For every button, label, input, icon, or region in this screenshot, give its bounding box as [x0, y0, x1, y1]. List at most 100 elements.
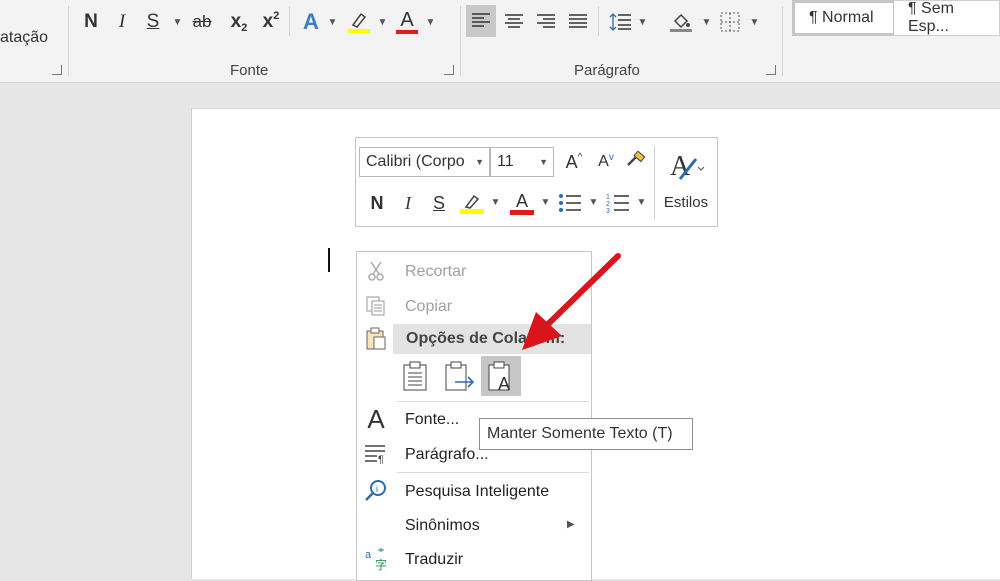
- subscript-button[interactable]: x2: [226, 8, 252, 36]
- prev-group-label: atação: [0, 29, 49, 46]
- svg-text:a: a: [365, 549, 372, 561]
- subscript-x: x: [230, 11, 242, 32]
- align-center-icon: [505, 14, 523, 28]
- font-name-combo[interactable]: Calibri (Corpo ▼: [359, 147, 490, 177]
- italic-button[interactable]: I: [112, 8, 132, 36]
- style-normal[interactable]: ¶ Normal: [792, 0, 896, 36]
- format-painter-icon: [627, 151, 646, 166]
- chevron-down-icon: ▼: [377, 16, 388, 28]
- highlighter-icon: [464, 194, 480, 209]
- highlight-dropdown[interactable]: ▼: [374, 8, 388, 36]
- divider: [460, 6, 461, 76]
- borders-icon: [720, 12, 740, 32]
- chevron-down-icon[interactable]: ▼: [539, 157, 548, 167]
- numbering-button[interactable]: 123: [604, 190, 632, 216]
- mini-underline-button[interactable]: S: [428, 190, 450, 216]
- menu-item-synonyms[interactable]: Sinônimos ▶: [357, 508, 591, 542]
- divider: [289, 6, 290, 36]
- superscript-x: x: [262, 11, 274, 32]
- svg-text:¶: ¶: [378, 454, 384, 464]
- mini-font-color-dropdown[interactable]: ▼: [538, 194, 551, 210]
- paste-merge-icon: [445, 361, 475, 391]
- highlighter-icon: [351, 12, 367, 28]
- menu-separator: [397, 472, 589, 473]
- superscript-button[interactable]: x2: [258, 8, 284, 36]
- font-size-combo[interactable]: 11 ▼: [490, 147, 554, 177]
- borders-dropdown[interactable]: ▼: [746, 8, 760, 36]
- paste-text-only-icon: A: [488, 361, 510, 392]
- tooltip: Manter Somente Texto (T): [479, 418, 693, 450]
- font-name-value: Calibri (Corpo: [366, 153, 465, 170]
- red-arrow-annotation: [522, 253, 621, 350]
- chevron-down-icon[interactable]: ▼: [475, 157, 484, 167]
- justify-icon: [569, 14, 587, 28]
- borders-button[interactable]: [716, 8, 744, 36]
- font-size-value: 11: [497, 153, 514, 170]
- clipboard-launcher-icon[interactable]: [52, 65, 62, 75]
- font-launcher-icon[interactable]: [444, 65, 454, 75]
- align-right-button[interactable]: [532, 8, 560, 36]
- underline-button[interactable]: S: [142, 8, 164, 36]
- smart-lookup-icon: i: [363, 478, 389, 504]
- paste-merge-button[interactable]: [439, 356, 479, 396]
- grow-font-button[interactable]: A ^: [562, 150, 586, 174]
- mini-font-color-button[interactable]: A: [508, 190, 536, 216]
- line-spacing-button[interactable]: [606, 8, 634, 36]
- align-left-button[interactable]: [466, 5, 496, 37]
- svg-text:字: 字: [375, 557, 387, 571]
- chevron-down-icon: ▼: [327, 16, 338, 28]
- menu-item-label: Copiar: [405, 298, 453, 315]
- svg-text:i: i: [376, 484, 378, 494]
- clipboard-icon: [363, 326, 389, 352]
- strikethrough-button[interactable]: ab: [188, 8, 216, 36]
- menu-item-label: Parágrafo...: [405, 446, 489, 463]
- highlight-button[interactable]: [346, 8, 372, 36]
- styles-button[interactable]: A: [662, 148, 710, 184]
- style-no-spacing[interactable]: ¶ Sem Esp...: [894, 0, 1000, 36]
- menu-item-smart-lookup[interactable]: i Pesquisa Inteligente: [357, 474, 591, 508]
- shrink-font-button[interactable]: Av: [594, 150, 618, 174]
- font-color-dropdown[interactable]: ▼: [422, 8, 436, 36]
- menu-item-label: Traduzir: [405, 551, 464, 568]
- bold-button[interactable]: N: [80, 8, 102, 36]
- numbering-dropdown[interactable]: ▼: [634, 194, 647, 210]
- mini-toolbar: Calibri (Corpo ▼ 11 ▼ A ^ Av A Estilos N …: [355, 137, 718, 227]
- align-center-button[interactable]: [500, 8, 528, 36]
- text-effects-button[interactable]: A: [298, 8, 324, 36]
- font-color-bar: [510, 209, 534, 215]
- svg-text:1: 1: [606, 194, 610, 201]
- svg-text:2: 2: [606, 201, 610, 208]
- menu-item-translate[interactable]: a字 Traduzir: [357, 542, 591, 576]
- mini-highlight-dropdown[interactable]: ▼: [488, 194, 501, 210]
- bullets-button[interactable]: [556, 190, 584, 216]
- mini-italic-button[interactable]: I: [398, 190, 418, 216]
- mini-highlight-button[interactable]: [458, 190, 486, 216]
- line-spacing-dropdown[interactable]: ▼: [634, 8, 648, 36]
- paste-text-only-button[interactable]: A: [481, 356, 521, 396]
- chevron-down-icon: ▼: [637, 16, 648, 28]
- font-color-button[interactable]: A: [394, 8, 420, 36]
- line-spacing-icon: [609, 13, 631, 31]
- svg-text:3: 3: [606, 208, 610, 213]
- chevron-down-icon: ▼: [540, 196, 551, 208]
- font-color-letter: A: [515, 190, 528, 211]
- highlight-color-bar: [348, 29, 370, 33]
- underline-dropdown[interactable]: ▼: [168, 8, 184, 36]
- text-effects-dropdown[interactable]: ▼: [324, 8, 338, 36]
- superscript-2: 2: [273, 10, 280, 22]
- text-cursor: [328, 248, 330, 272]
- shading-dropdown[interactable]: ▼: [698, 8, 712, 36]
- subscript-2: 2: [241, 22, 248, 34]
- paragraph-launcher-icon[interactable]: [766, 65, 776, 75]
- bullets-dropdown[interactable]: ▼: [586, 194, 599, 210]
- align-left-icon: [472, 13, 490, 27]
- justify-button[interactable]: [564, 8, 592, 36]
- caret-down-icon: v: [608, 151, 614, 163]
- bullets-icon: [559, 194, 581, 212]
- shading-button[interactable]: [666, 8, 696, 36]
- mini-bold-button[interactable]: N: [366, 190, 388, 216]
- format-painter-button[interactable]: [622, 150, 648, 174]
- divider: [598, 6, 599, 36]
- paste-keep-source-button[interactable]: [395, 356, 435, 396]
- chevron-down-icon: ▼: [425, 16, 436, 28]
